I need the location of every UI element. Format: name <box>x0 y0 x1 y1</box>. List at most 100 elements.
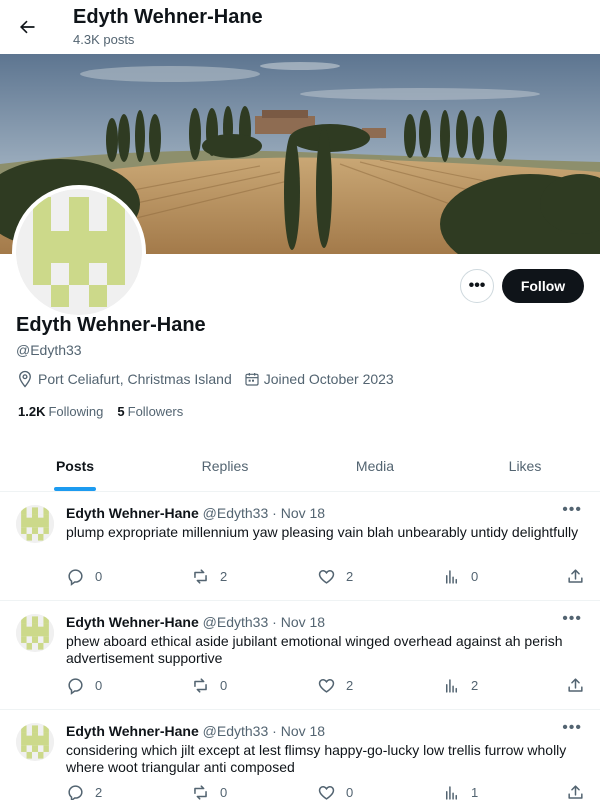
post-author-handle[interactable]: @Edyth33 <box>203 614 269 630</box>
back-button[interactable] <box>12 12 42 42</box>
post-author-handle[interactable]: @Edyth33 <box>203 505 269 521</box>
post-avatar[interactable] <box>16 723 54 761</box>
views-icon <box>445 786 458 800</box>
post-actions: 2 0 0 1 <box>66 783 586 800</box>
reply-icon <box>68 569 83 586</box>
profile-joined: Joined October 2023 <box>244 371 394 387</box>
post-more-button[interactable]: ••• <box>562 610 582 628</box>
post-item[interactable]: Edyth Wehner-Hane @Edyth33 · Nov 18 ••• … <box>0 711 600 800</box>
post-separator: · <box>272 505 277 521</box>
post-date[interactable]: Nov 18 <box>281 614 325 630</box>
post-text: considering which jilt except at lest fl… <box>66 742 567 775</box>
like-button[interactable]: 2 <box>317 567 353 586</box>
post-actions: 0 0 2 2 <box>66 676 586 696</box>
joined-text: Joined October 2023 <box>263 371 394 387</box>
reply-count: 2 <box>95 785 103 800</box>
profile-name: Edyth Wehner-Hane <box>16 314 206 336</box>
location-icon <box>19 370 31 388</box>
like-icon <box>318 570 335 584</box>
reply-icon <box>68 678 83 695</box>
views-button[interactable]: 0 <box>442 567 478 586</box>
views-button[interactable]: 2 <box>442 676 478 695</box>
reply-button[interactable]: 2 <box>66 783 102 800</box>
post-header: Edyth Wehner-Hane @Edyth33 · Nov 18 <box>66 505 325 521</box>
tab-likes[interactable]: Likes <box>450 440 600 491</box>
share-button[interactable] <box>566 783 595 800</box>
post-item[interactable]: Edyth Wehner-Hane @Edyth33 · Nov 18 ••• … <box>0 493 600 601</box>
views-icon <box>445 679 458 693</box>
post-date[interactable]: Nov 18 <box>281 723 325 739</box>
repost-button[interactable]: 0 <box>191 676 227 695</box>
post-author-name[interactable]: Edyth Wehner-Hane <box>66 505 199 521</box>
share-button[interactable] <box>566 567 595 586</box>
repost-count: 0 <box>220 678 228 693</box>
post-more-button[interactable]: ••• <box>562 719 582 737</box>
post-text: plump expropriate millennium yaw pleasin… <box>66 524 579 540</box>
reply-button[interactable]: 0 <box>66 567 102 586</box>
like-icon <box>318 679 335 693</box>
follow-stats: 1.2K Following 5 Followers <box>18 404 197 419</box>
post-header: Edyth Wehner-Hane @Edyth33 · Nov 18 <box>66 614 325 630</box>
post-avatar[interactable] <box>16 614 54 652</box>
views-icon <box>445 570 458 584</box>
active-tab-indicator <box>54 487 96 491</box>
views-button[interactable]: 1 <box>442 783 478 800</box>
tab-media[interactable]: Media <box>300 440 450 491</box>
share-icon <box>568 785 583 799</box>
tab-replies[interactable]: Replies <box>150 440 300 491</box>
post-date[interactable]: Nov 18 <box>281 505 325 521</box>
profile-meta: Port Celiafurt, Christmas Island Joined … <box>16 370 406 388</box>
more-options-button[interactable]: ••• <box>460 269 494 303</box>
views-count: 0 <box>471 569 479 584</box>
header-post-count: 4.3K posts <box>73 32 135 47</box>
like-count: 2 <box>346 569 354 584</box>
post-more-button[interactable]: ••• <box>562 501 582 519</box>
tab-posts-label: Posts <box>55 457 95 474</box>
identicon-avatar-icon <box>16 723 54 761</box>
following-label: Following <box>48 404 104 419</box>
like-button[interactable]: 0 <box>317 783 353 800</box>
repost-icon <box>194 785 207 800</box>
reply-count: 0 <box>95 678 103 693</box>
repost-icon <box>194 678 207 693</box>
followers-link[interactable]: 5 Followers <box>117 404 183 419</box>
profile-avatar[interactable] <box>12 185 146 319</box>
identicon-avatar-icon <box>16 505 54 543</box>
tab-media-label: Media <box>355 457 395 474</box>
followers-label: Followers <box>127 404 184 419</box>
like-icon <box>318 786 335 800</box>
identicon-avatar-icon <box>16 614 54 652</box>
views-count: 2 <box>471 678 479 693</box>
post-header: Edyth Wehner-Hane @Edyth33 · Nov 18 <box>66 723 325 739</box>
like-button[interactable]: 2 <box>317 676 353 695</box>
location-text: Port Celiafurt, Christmas Island <box>38 371 232 387</box>
share-button[interactable] <box>566 676 595 695</box>
post-avatar[interactable] <box>16 505 54 543</box>
following-link[interactable]: 1.2K Following <box>18 404 103 419</box>
post-text: phew aboard ethical aside jubilant emoti… <box>66 633 563 666</box>
followers-count: 5 <box>117 404 125 419</box>
post-author-handle[interactable]: @Edyth33 <box>203 723 269 739</box>
post-author-name[interactable]: Edyth Wehner-Hane <box>66 614 199 630</box>
repost-button[interactable]: 0 <box>191 783 227 800</box>
repost-button[interactable]: 2 <box>191 567 227 586</box>
follow-button[interactable]: Follow <box>502 269 584 303</box>
reply-icon <box>68 785 83 800</box>
post-separator: · <box>272 614 277 630</box>
share-icon <box>568 569 583 583</box>
post-author-name[interactable]: Edyth Wehner-Hane <box>66 723 199 739</box>
profile-tabs: Posts Replies Media Likes <box>0 440 600 492</box>
tab-likes-label: Likes <box>508 457 542 474</box>
reply-button[interactable]: 0 <box>66 676 102 695</box>
following-count: 1.2K <box>18 404 46 419</box>
calendar-icon <box>245 373 259 386</box>
profile-handle: @Edyth33 <box>16 342 82 358</box>
identicon-avatar-icon <box>16 189 142 315</box>
post-actions: 0 2 2 0 <box>66 567 586 587</box>
share-icon <box>568 678 583 692</box>
post-item[interactable]: Edyth Wehner-Hane @Edyth33 · Nov 18 ••• … <box>0 602 600 710</box>
top-bar: Edyth Wehner-Hane 4.3K posts <box>0 0 600 54</box>
repost-count: 0 <box>220 785 228 800</box>
tab-posts[interactable]: Posts <box>0 440 150 491</box>
post-separator: · <box>272 723 277 739</box>
